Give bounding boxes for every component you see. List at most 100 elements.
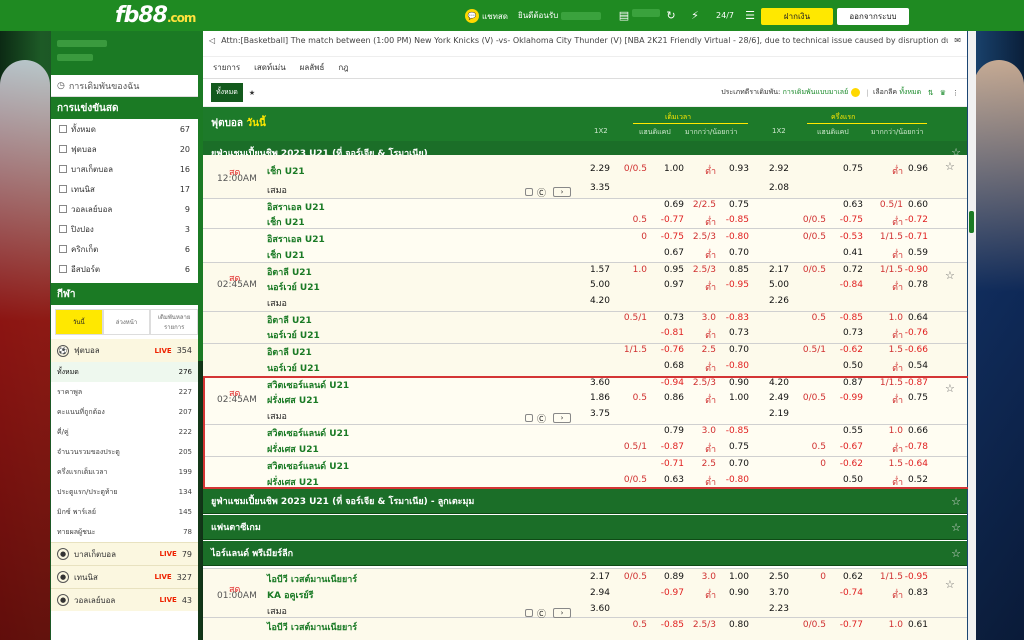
notice-bar: ◁ Attn:[Basketball] The match between (1… — [203, 31, 967, 57]
live-sport-item[interactable]: ปิงปอง 3 — [51, 219, 198, 239]
live-badge: LIVE — [154, 573, 172, 581]
bet-type-count: 205 — [178, 448, 192, 456]
live-sport-count: 3 — [184, 224, 190, 234]
list-icon[interactable]: ☰ — [743, 9, 757, 22]
bet-type-item[interactable]: มิกซ์ พาร์เลย์ 145 — [51, 502, 198, 522]
live-sport-label: ทั้งหมด — [71, 124, 96, 134]
bet-type-label: ทั้งหมด — [57, 367, 79, 376]
welcome-label: ยินดีต้อนรับ — [518, 9, 602, 22]
checkbox[interactable] — [59, 125, 67, 133]
star-icon[interactable]: ☆ — [945, 146, 967, 159]
sports-section-title: กีฬา — [51, 283, 198, 305]
live-sport-item[interactable]: คริกเก็ต 6 — [51, 239, 198, 259]
bet-type-item[interactable]: ทายผลผู้ชนะ 78 — [51, 522, 198, 542]
nav-tabs: รายการ เสดท์เม่น ผลลัพธ์ กฎ — [203, 57, 967, 79]
live-sport-label: เทนนิส — [71, 184, 95, 194]
sport-label: เทนนิส — [74, 572, 98, 582]
live-sport-item[interactable]: บาสเก็ตบอล 16 — [51, 159, 198, 179]
live-sport-item[interactable]: วอลเลย์บอล 9 — [51, 199, 198, 219]
bet-type-item[interactable]: ครึ่งแรกเต็มเวลา 199 — [51, 462, 198, 482]
live-sport-label: บาสเก็ตบอล — [71, 164, 114, 174]
bet-type-count: 222 — [178, 428, 192, 436]
player-banner-right — [974, 60, 1024, 640]
full-time-label: เต็มเวลา — [665, 113, 692, 121]
live-section-title: การแข่งขันสด — [51, 97, 198, 119]
sport-count: 43 — [181, 595, 192, 605]
logout-button[interactable]: ออกจากระบบ — [837, 8, 909, 25]
checkbox[interactable] — [59, 145, 67, 153]
half-time-label: ครึ่งแรก — [831, 113, 856, 121]
player-banner-left — [0, 60, 50, 640]
date-tabs: วันนี้ ล่วงหน้า เดิมพันหลายรายการ — [55, 309, 198, 335]
live-sport-count: 20 — [179, 144, 190, 154]
bet-type-item[interactable]: ทั้งหมด 276 — [51, 362, 198, 382]
bet-type-item[interactable]: จำนวนรวมของประตู 205 — [51, 442, 198, 462]
sidebar: ◷ การเดิมพันของฉัน การแข่งขันสด ทั้งหมด 67… — [51, 31, 198, 640]
checkbox[interactable] — [59, 185, 67, 193]
sort-icon[interactable]: ⇅ — [928, 89, 934, 97]
refresh-icon[interactable]: ↻ — [664, 9, 678, 22]
my-bets-link[interactable]: ◷ การเดิมพันของฉัน — [51, 75, 198, 97]
cash-icon[interactable]: ⚡ — [688, 9, 702, 22]
live-sport-count: 67 — [179, 124, 190, 134]
favorite-star-icon[interactable]: ★ — [249, 89, 255, 97]
bet-type-count: 199 — [178, 468, 192, 476]
checkbox[interactable] — [59, 205, 67, 213]
sport-item[interactable]: ● เทนนิส LIVE 327 — [51, 565, 198, 588]
football-icon: ⚽ — [57, 344, 69, 357]
live-sport-item[interactable]: อีสปอร์ต 6 — [51, 259, 198, 279]
tennis-icon: ● — [57, 571, 69, 583]
fb88-logo[interactable]: fb88.com — [115, 3, 196, 28]
bet-type-item[interactable]: คะแนนที่ถูกต้อง 207 — [51, 402, 198, 422]
league-header[interactable]: ยูฟ่าแชมเปี้ยนชิพ 2023 U21 (ที่ จอร์เจีย… — [203, 141, 967, 165]
checkbox[interactable] — [59, 225, 67, 233]
bet-type-label: คะแนนที่ถูกต้อง — [57, 407, 105, 416]
247-icon[interactable]: 24/7 — [716, 9, 734, 22]
live-badge: LIVE — [159, 550, 177, 558]
tab-today[interactable]: วันนี้ — [55, 309, 103, 335]
sport-label: บาสเก็ตบอล — [74, 549, 117, 559]
league-select[interactable]: ทั้งหมด — [899, 87, 921, 98]
tab-early[interactable]: ล่วงหน้า — [102, 309, 151, 335]
checkbox[interactable] — [59, 265, 67, 273]
sport-item[interactable]: ● วอลเลย์บอล LIVE 43 — [51, 588, 198, 611]
tab-statement[interactable]: เสดท์เม่น — [254, 61, 286, 74]
checkbox[interactable] — [59, 245, 67, 253]
tab-parlay[interactable]: เดิมพันหลายรายการ — [150, 309, 198, 335]
bet-type-count: 276 — [178, 368, 192, 376]
sport-item[interactable]: ● บาสเก็ตบอล LIVE 79 — [51, 542, 198, 565]
bet-type-label: ประเภทดีราเดิมพัน: — [721, 88, 781, 96]
bet-type-item[interactable]: คี่/คู่ 222 — [51, 422, 198, 442]
bet-type-label: ทายผลผู้ชนะ — [57, 527, 96, 536]
live-sport-item[interactable]: เทนนิส 17 — [51, 179, 198, 199]
tab-results[interactable]: ผลลัพธ์ — [300, 61, 325, 74]
trophy-icon[interactable]: ♛ — [940, 89, 946, 97]
bet-type-label: ครึ่งแรกเต็มเวลา — [57, 467, 108, 476]
live-sport-count: 6 — [184, 244, 190, 254]
deposit-button[interactable]: ฝากเงิน — [761, 8, 833, 25]
live-sport-item[interactable]: ฟุตบอล 20 — [51, 139, 198, 159]
expand-icon[interactable]: ⋮ — [952, 89, 959, 97]
live-sport-label: อีสปอร์ต — [71, 264, 101, 274]
live-chat-button[interactable]: 💬 แชทสด — [465, 9, 508, 23]
sport-football[interactable]: ⚽ ฟุตบอล LIVE 354 — [51, 339, 198, 362]
live-sport-count: 17 — [179, 184, 190, 194]
account-panel — [51, 31, 198, 75]
bet-type-label: ประตูแรก/ประตูท้าย — [57, 487, 118, 496]
sport-label: วอลเลย์บอล — [74, 595, 116, 605]
tab-list[interactable]: รายการ — [213, 61, 240, 74]
tab-rules[interactable]: กฎ — [338, 61, 348, 74]
live-sport-count: 6 — [184, 264, 190, 274]
wallet-icon[interactable]: ▤ — [617, 9, 631, 22]
bet-type-item[interactable]: ประตูแรก/ประตูท้าย 134 — [51, 482, 198, 502]
checkbox[interactable] — [59, 165, 67, 173]
bet-type-item[interactable]: ราคาพูล 227 — [51, 382, 198, 402]
bet-type-select[interactable]: การเดิมพันแบบมาเลย์ — [783, 87, 849, 98]
live-sport-item[interactable]: ทั้งหมด 67 — [51, 119, 198, 139]
mail-icon[interactable]: ✉ — [954, 36, 961, 45]
main-panel: ◁ Attn:[Basketball] The match between (1… — [203, 31, 967, 640]
live-sport-label: วอลเลย์บอล — [71, 204, 113, 214]
main-scrollbar[interactable] — [968, 31, 976, 640]
live-sport-count: 9 — [184, 204, 190, 214]
all-filter-button[interactable]: ทั้งหมด — [211, 83, 243, 102]
